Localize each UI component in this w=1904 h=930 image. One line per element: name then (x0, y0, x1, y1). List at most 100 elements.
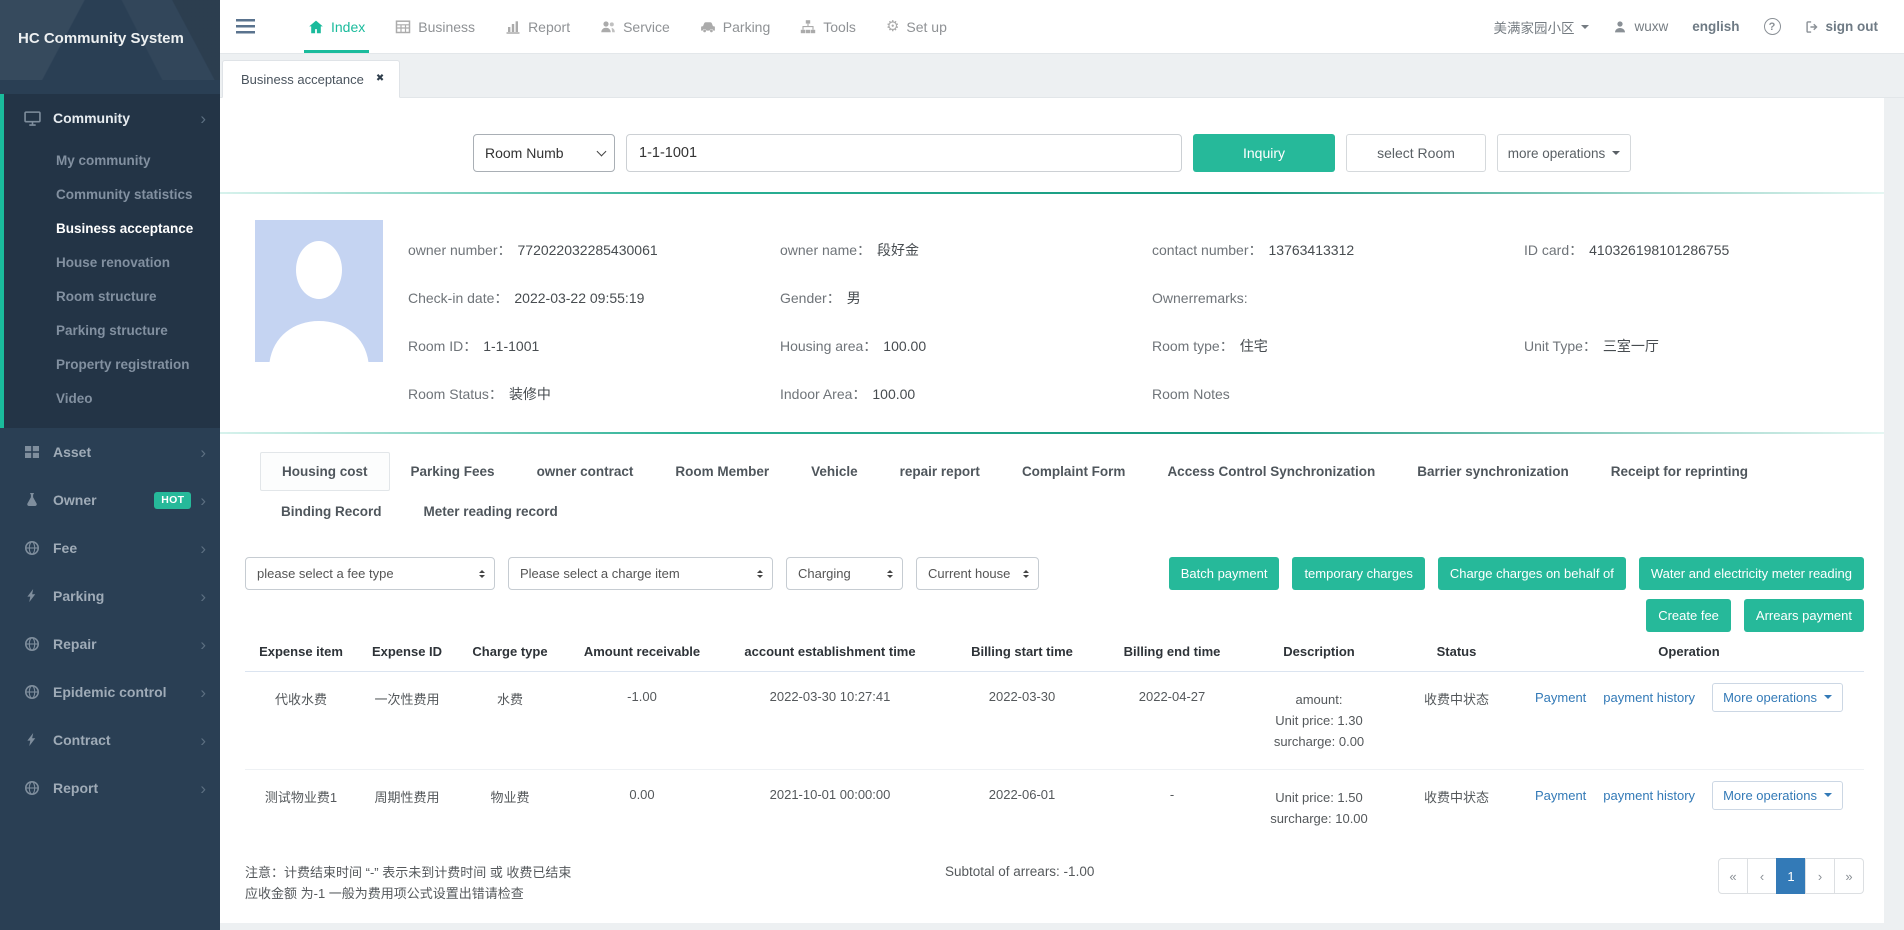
tab-service[interactable]: Service (585, 0, 685, 53)
pagination-page-1[interactable]: 1 (1776, 858, 1806, 894)
tab-meter-reading-record[interactable]: Meter reading record (403, 498, 579, 525)
table-row: 测试物业费1 周期性费用 物业费 0.00 2021-10-01 00:00:0… (245, 770, 1864, 847)
owner-info-section: owner number：772022032285430061 owner na… (220, 194, 1884, 432)
tab-receipt-for-reprinting[interactable]: Receipt for reprinting (1590, 453, 1769, 490)
sidebar-item-business-acceptance[interactable]: Business acceptance (4, 212, 220, 246)
tab-binding-record[interactable]: Binding Record (260, 498, 403, 525)
content-card: Room Numb Inquiry select Room more opera… (220, 98, 1884, 923)
tab-owner-contract[interactable]: owner contract (516, 453, 655, 490)
tab-access-control-synchronization[interactable]: Access Control Synchronization (1146, 453, 1396, 490)
arrears-subtotal: Subtotal of arrears: -1.00 (945, 864, 1094, 879)
cell-description: Unit price: 1.50 surcharge: 10.00 (1239, 770, 1399, 847)
sidebar-item-parking-structure[interactable]: Parking structure (4, 314, 220, 348)
search-type-select[interactable]: Room Numb (473, 134, 615, 172)
sidebar-item-video[interactable]: Video (4, 382, 220, 416)
username: wuxw (1634, 19, 1668, 34)
field-id-card: ID card：410326198101286755 (1524, 240, 1894, 260)
language-toggle[interactable]: english (1692, 19, 1739, 34)
charging-select[interactable]: Charging (786, 557, 903, 590)
table-row: 代收水费 一次性费用 水费 -1.00 2022-03-30 10:27:41 … (245, 672, 1864, 770)
tab-tools[interactable]: Tools (785, 0, 871, 53)
more-operations-button[interactable]: more operations (1497, 134, 1631, 172)
sidebar-item-report[interactable]: Report › (4, 764, 220, 812)
cell-account-establishment-time: 2021-10-01 00:00:00 (721, 770, 939, 847)
pagination-last[interactable]: » (1834, 858, 1864, 894)
sidebar-item-my-community[interactable]: My community (4, 144, 220, 178)
menu-toggle-icon[interactable] (236, 19, 255, 34)
cell-expense-id: 周期性费用 (357, 770, 457, 847)
sidebar-item-community[interactable]: Community › (4, 94, 220, 142)
tab-barrier-synchronization[interactable]: Barrier synchronization (1396, 453, 1590, 490)
sidebar-group-asset: Asset › (0, 428, 220, 476)
col-billing-start-time: Billing start time (939, 635, 1105, 672)
sidebar-item-repair[interactable]: Repair › (4, 620, 220, 668)
sidebar-item-community-statistics[interactable]: Community statistics (4, 178, 220, 212)
tab-room-member[interactable]: Room Member (654, 453, 790, 490)
topbar-right: 美满家园小区 wuxw english ? sign out (1493, 0, 1904, 53)
col-amount-receivable: Amount receivable (563, 635, 721, 672)
sidebar-item-fee[interactable]: Fee › (4, 524, 220, 572)
create-fee-button[interactable]: Create fee (1646, 599, 1731, 632)
inquiry-button[interactable]: Inquiry (1193, 134, 1335, 172)
room-search-input[interactable] (626, 134, 1182, 172)
field-empty (1524, 386, 1894, 402)
help-icon[interactable]: ? (1764, 18, 1781, 35)
sidebar-item-house-renovation[interactable]: House renovation (4, 246, 220, 280)
charge-on-behalf-button[interactable]: Charge charges on behalf of (1438, 557, 1626, 590)
table-footer: 注意：计费结束时间 “-” 表示未到计费时间 或 收费已结束 应收金额 为-1 … (245, 862, 1864, 923)
sidebar-item-asset[interactable]: Asset › (4, 428, 220, 476)
pagination-first[interactable]: « (1718, 858, 1748, 894)
tab-housing-cost[interactable]: Housing cost (260, 452, 390, 491)
page-tab-business-acceptance[interactable]: Business acceptance ✖ (222, 60, 400, 98)
payment-history-link[interactable]: payment history (1603, 788, 1695, 803)
cell-operation: Payment payment history More operations (1514, 672, 1864, 770)
select-room-button[interactable]: select Room (1346, 134, 1486, 172)
tab-index[interactable]: Index (293, 0, 380, 53)
sidebar-item-parking[interactable]: Parking › (4, 572, 220, 620)
sidebar-item-epidemic-control[interactable]: Epidemic control › (4, 668, 220, 716)
tab-vehicle[interactable]: Vehicle (790, 453, 879, 490)
tab-parking-fees[interactable]: Parking Fees (390, 453, 516, 490)
row-more-operations-button[interactable]: More operations (1712, 781, 1843, 810)
tab-repair-report[interactable]: repair report (879, 453, 1001, 490)
fee-type-select[interactable]: please select a fee type (245, 557, 495, 590)
fee-filters: please select a fee type Please select a… (245, 557, 1039, 590)
pagination-prev[interactable]: ‹ (1747, 858, 1777, 894)
sidebar-group-label: Repair (53, 636, 97, 652)
tab-parking[interactable]: Parking (685, 0, 785, 53)
sidebar-item-contract[interactable]: Contract › (4, 716, 220, 764)
arrears-payment-button[interactable]: Arrears payment (1744, 599, 1864, 632)
nav-label: Set up (906, 19, 946, 35)
cell-billing-start-time: 2022-03-30 (939, 672, 1105, 770)
temporary-charges-button[interactable]: temporary charges (1292, 557, 1424, 590)
pagination-next[interactable]: › (1805, 858, 1835, 894)
tab-complaint-form[interactable]: Complaint Form (1001, 453, 1147, 490)
field-indoor-area: Indoor Area：100.00 (780, 384, 1152, 404)
user-menu[interactable]: wuxw (1613, 19, 1668, 34)
sign-out-button[interactable]: sign out (1805, 19, 1879, 34)
batch-payment-button[interactable]: Batch payment (1169, 557, 1280, 590)
payment-link[interactable]: Payment (1535, 690, 1586, 705)
sidebar-group-label: Contract (53, 732, 111, 748)
sidebar-item-property-registration[interactable]: Property registration (4, 348, 220, 382)
payment-link[interactable]: Payment (1535, 788, 1586, 803)
tab-report[interactable]: Report (490, 0, 585, 53)
cell-billing-start-time: 2022-06-01 (939, 770, 1105, 847)
row-more-operations-button[interactable]: More operations (1712, 683, 1843, 712)
detail-tabs-row2: Binding Record Meter reading record (260, 498, 1884, 525)
charge-item-select[interactable]: Please select a charge item (508, 557, 773, 590)
sidebar-item-room-structure[interactable]: Room structure (4, 280, 220, 314)
globe-icon (24, 684, 41, 701)
nav-label: Service (623, 19, 670, 35)
tab-business[interactable]: Business (380, 0, 490, 53)
meter-reading-button[interactable]: Water and electricity meter reading (1639, 557, 1864, 590)
cell-billing-end-time: 2022-04-27 (1105, 672, 1239, 770)
close-icon[interactable]: ✖ (376, 74, 384, 84)
col-description: Description (1239, 635, 1399, 672)
house-select[interactable]: Current house (916, 557, 1039, 590)
tab-set-up[interactable]: ⚙ Set up (871, 0, 962, 53)
col-status: Status (1399, 635, 1514, 672)
community-select[interactable]: 美满家园小区 (1493, 17, 1589, 37)
payment-history-link[interactable]: payment history (1603, 690, 1695, 705)
sidebar-item-owner[interactable]: Owner HOT › (4, 476, 220, 524)
